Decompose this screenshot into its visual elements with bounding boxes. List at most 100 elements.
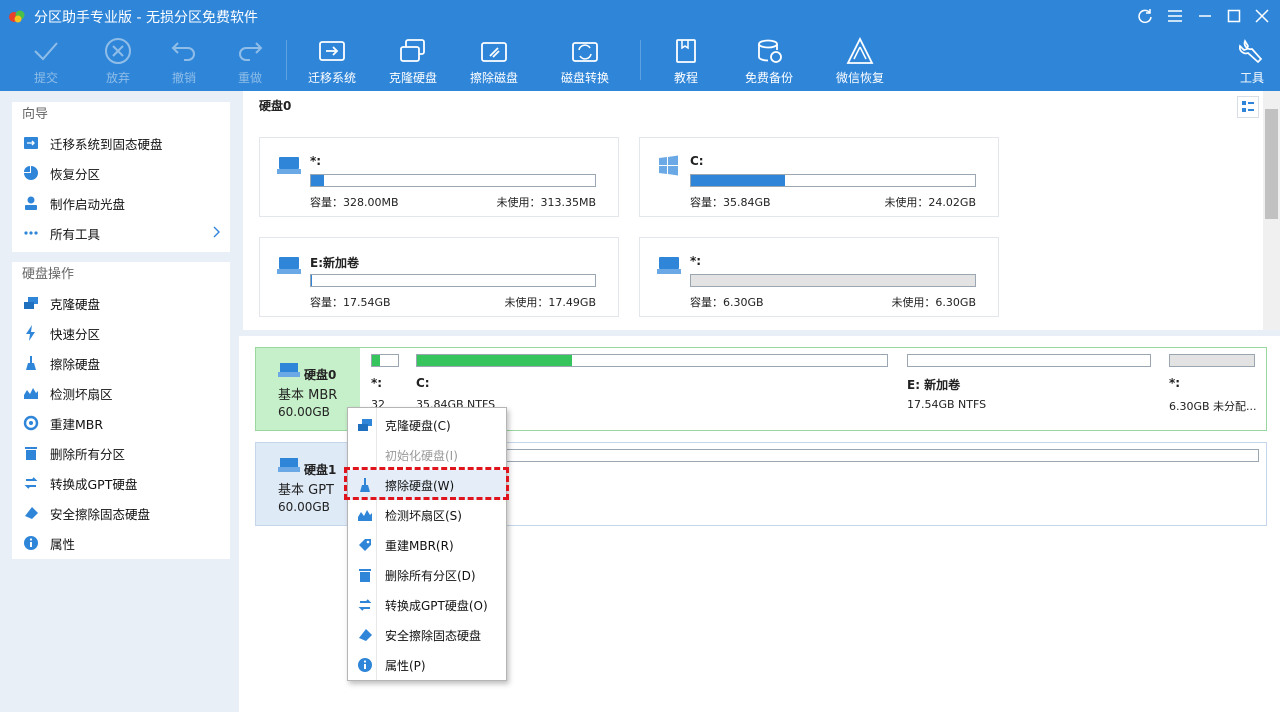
sidebar-item-rebuild-mbr[interactable]: 重建MBR (12, 408, 230, 438)
scrollbar-thumb[interactable] (1265, 109, 1278, 219)
drive-icon (277, 157, 301, 174)
view-toggle-icon[interactable] (1237, 96, 1259, 118)
top-bar: 分区助手专业版 - 无损分区免费软件 提交 放弃 撤销 重做 迁移系统 克隆硬盘… (0, 0, 1280, 91)
trash-icon (352, 567, 378, 583)
wrench-icon (1236, 36, 1268, 66)
sidebar-item-boot-disc[interactable]: 制作启动光盘 (12, 188, 230, 218)
info-icon (352, 657, 378, 673)
app-logo-icon (9, 10, 25, 23)
vertical-scrollbar[interactable] (1263, 91, 1280, 330)
free-backup-button[interactable]: 免费备份 (745, 36, 793, 88)
drive-icon (278, 363, 300, 377)
disk-check-icon (352, 508, 378, 522)
book-icon (670, 36, 702, 66)
convert-arrows-icon (22, 474, 40, 492)
menu-item-initialize-disk[interactable]: 初始化硬盘(I) (348, 440, 506, 470)
backup-icon (753, 36, 785, 66)
commit-button[interactable]: 提交 (30, 36, 62, 88)
tutorial-button[interactable]: 教程 (670, 36, 702, 88)
toolbar-separator (286, 40, 287, 80)
sidebar-item-bad-sector[interactable]: 检测坏扇区 (12, 378, 230, 408)
convert-icon (569, 36, 601, 66)
context-menu: 克隆硬盘(C) 初始化硬盘(I) 擦除硬盘(W) 检测坏扇区(S) 重建MBR(… (347, 407, 507, 681)
disk-ops-title: 硬盘操作 (22, 267, 75, 282)
usage-bar (416, 354, 888, 367)
wipe-disk-icon (478, 36, 510, 66)
migrate-disk-icon (316, 36, 348, 66)
migrate-os-button[interactable]: 迁移系统 (308, 36, 356, 88)
menu-item-convert-gpt[interactable]: 转换成GPT硬盘(O) (348, 590, 506, 620)
redo-icon (234, 36, 266, 66)
convert-arrows-icon (352, 597, 378, 613)
disk-title: 硬盘0 (259, 99, 292, 113)
menu-item-properties[interactable]: 属性(P) (348, 650, 506, 680)
usage-bar (310, 174, 596, 187)
migrate-icon (22, 134, 40, 152)
chevron-right-icon (213, 226, 220, 238)
redo-button[interactable]: 重做 (234, 36, 266, 88)
check-icon (30, 36, 62, 66)
close-icon[interactable] (1250, 4, 1274, 28)
sidebar-item-recover-partition[interactable]: 恢复分区 (12, 158, 230, 188)
menu-item-secure-erase-ssd[interactable]: 安全擦除固态硬盘 (348, 620, 506, 650)
sidebar-item-convert-gpt[interactable]: 转换成GPT硬盘 (12, 468, 230, 498)
disk0-info: 硬盘0 基本 MBR 60.00GB (256, 348, 360, 430)
clone-disk-icon (352, 418, 378, 432)
pie-icon (22, 164, 40, 182)
drive-icon (277, 257, 301, 274)
maximize-icon[interactable] (1222, 4, 1246, 28)
sidebar-item-all-tools[interactable]: 所有工具 (12, 218, 230, 248)
partition-card[interactable]: C: 容量：35.84GB 未使用：24.02GB (639, 137, 999, 217)
eraser-icon (22, 504, 40, 522)
rebuild-icon (22, 414, 40, 432)
tools-button[interactable]: 工具 (1236, 36, 1268, 88)
usage-bar (310, 274, 596, 287)
drive-icon (657, 257, 681, 274)
broom-icon (22, 354, 40, 372)
highlight-box (344, 467, 509, 500)
sidebar-item-quick-partition[interactable]: 快速分区 (12, 318, 230, 348)
window-title: 分区助手专业版 - 无损分区免费软件 (34, 10, 258, 26)
more-dots-icon (22, 224, 40, 242)
trash-icon (22, 444, 40, 462)
menu-icon[interactable] (1163, 4, 1187, 28)
partition-card[interactable]: *: 容量：328.00MB 未使用：313.35MB (259, 137, 619, 217)
clone-disk-icon (397, 36, 429, 66)
partition-card[interactable]: *: 容量：6.30GB 未使用：6.30GB (639, 237, 999, 317)
sidebar-item-properties[interactable]: 属性 (12, 528, 230, 558)
menu-item-delete-all[interactable]: 删除所有分区(D) (348, 560, 506, 590)
partition-segment[interactable]: E: 新加卷 17.54GB NTFS (896, 348, 1158, 430)
discard-button[interactable]: 放弃 (102, 36, 134, 88)
wipe-disk-button[interactable]: 擦除磁盘 (470, 36, 518, 88)
minimize-icon[interactable] (1193, 4, 1217, 28)
sidebar-item-migrate-ssd[interactable]: 迁移系统到固态硬盘 (12, 128, 230, 158)
lightning-icon (22, 324, 40, 342)
title-bar: 分区助手专业版 - 无损分区免费软件 (0, 0, 1280, 32)
sidebar-item-secure-erase-ssd[interactable]: 安全擦除固态硬盘 (12, 498, 230, 528)
windows-icon (659, 155, 678, 176)
disk-convert-button[interactable]: 磁盘转换 (561, 36, 609, 88)
usage-bar (1169, 354, 1255, 367)
menu-item-rebuild-mbr[interactable]: 重建MBR(R) (348, 530, 506, 560)
clone-disk-button[interactable]: 克隆硬盘 (389, 36, 437, 88)
sidebar-item-delete-all[interactable]: 删除所有分区 (12, 438, 230, 468)
wizard-title: 向导 (22, 107, 49, 122)
recover-icon (844, 36, 876, 66)
partition-segment[interactable]: *: 6.30GB 未分配... (1158, 348, 1266, 430)
toolbar-separator (640, 40, 641, 80)
menu-item-bad-sector[interactable]: 检测坏扇区(S) (348, 500, 506, 530)
menu-item-clone-disk[interactable]: 克隆硬盘(C) (348, 410, 506, 440)
cancel-circle-icon (102, 36, 134, 66)
partition-card[interactable]: E:新加卷 容量：17.54GB 未使用：17.49GB (259, 237, 619, 317)
partition-card-view: 硬盘0 *: 容量：328.00MB 未使用：313.35MB C: 容量：35… (243, 91, 1263, 330)
usage-bar (371, 354, 399, 367)
wechat-recover-button[interactable]: 微信恢复 (836, 36, 884, 88)
sidebar-item-wipe-disk[interactable]: 擦除硬盘 (12, 348, 230, 378)
refresh-icon[interactable] (1133, 4, 1157, 28)
eraser-icon (352, 628, 378, 642)
disk-check-icon (22, 384, 40, 402)
drive-icon (278, 458, 300, 472)
undo-icon (168, 36, 200, 66)
undo-button[interactable]: 撤销 (168, 36, 200, 88)
sidebar-item-clone-disk[interactable]: 克隆硬盘 (12, 288, 230, 318)
